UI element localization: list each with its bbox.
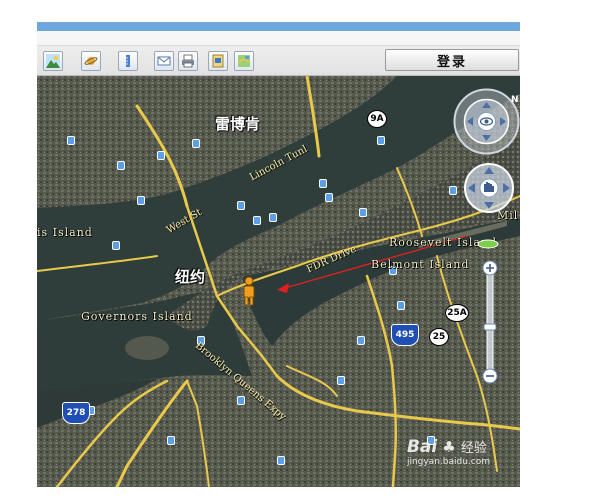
tilt-handle[interactable] bbox=[477, 239, 499, 249]
window-titlebar bbox=[37, 22, 520, 31]
interstate-495-shield: 495 bbox=[391, 324, 419, 346]
poi-marker[interactable] bbox=[112, 241, 120, 250]
email-icon bbox=[157, 56, 171, 66]
route-9a-shield: 9A bbox=[367, 110, 387, 128]
earth-browser-app: 登录 雷博肯 纽约 is Island Governors Island Roo… bbox=[0, 0, 600, 502]
planet-icon bbox=[84, 57, 98, 65]
route-25a-shield: 25A bbox=[445, 304, 469, 322]
poi-marker[interactable] bbox=[137, 196, 145, 205]
poi-marker[interactable] bbox=[117, 161, 125, 170]
toolbar-top-strip bbox=[37, 31, 520, 46]
poi-marker[interactable] bbox=[197, 336, 205, 345]
poi-marker[interactable] bbox=[319, 179, 327, 188]
poi-marker[interactable] bbox=[449, 186, 457, 195]
print-button[interactable] bbox=[178, 51, 198, 71]
email-button[interactable] bbox=[154, 51, 174, 71]
route-25-shield: 25 bbox=[429, 328, 449, 346]
poi-marker[interactable] bbox=[192, 139, 200, 148]
interstate-278-shield: 278 bbox=[62, 402, 90, 424]
watermark-cn: 经验 bbox=[460, 441, 487, 456]
planet-button[interactable] bbox=[81, 51, 101, 71]
street-view-pegman-icon[interactable] bbox=[241, 276, 257, 306]
baidu-watermark: Bai ♣ 经验 jingyan.baidu.com bbox=[407, 437, 490, 467]
poi-marker[interactable] bbox=[277, 456, 285, 465]
sunlight-button[interactable] bbox=[43, 51, 63, 71]
satellite-map[interactable]: 雷博肯 纽约 is Island Governors Island Roosev… bbox=[37, 76, 520, 487]
poi-marker[interactable] bbox=[325, 193, 333, 202]
north-indicator: N bbox=[511, 95, 519, 105]
poi-marker[interactable] bbox=[377, 136, 385, 145]
zoom-slider[interactable] bbox=[482, 258, 498, 386]
poi-marker[interactable] bbox=[253, 216, 261, 225]
poi-marker[interactable] bbox=[337, 376, 345, 385]
map-view-icon bbox=[237, 55, 251, 67]
paw-icon: ♣ bbox=[442, 438, 456, 456]
sunlight-landscape-icon bbox=[46, 54, 60, 68]
save-image-icon bbox=[212, 54, 224, 68]
poi-marker[interactable] bbox=[167, 436, 175, 445]
map-imagery bbox=[37, 76, 520, 487]
zoom-slider-thumb[interactable] bbox=[483, 323, 497, 331]
poi-marker[interactable] bbox=[389, 266, 397, 275]
poi-marker[interactable] bbox=[157, 151, 165, 160]
save-image-button[interactable] bbox=[208, 51, 228, 71]
move-navigation-control[interactable] bbox=[463, 162, 515, 214]
poi-marker[interactable] bbox=[359, 208, 367, 217]
map-view-button[interactable] bbox=[234, 51, 254, 71]
poi-marker[interactable] bbox=[269, 213, 277, 222]
poi-marker[interactable] bbox=[357, 336, 365, 345]
poi-marker[interactable] bbox=[397, 301, 405, 310]
watermark-brand: Bai bbox=[406, 437, 438, 457]
ruler-button[interactable] bbox=[118, 51, 138, 71]
poi-marker[interactable] bbox=[237, 201, 245, 210]
poi-marker[interactable] bbox=[67, 136, 75, 145]
toolbar: 登录 bbox=[37, 31, 520, 76]
ruler-icon bbox=[126, 55, 130, 67]
look-navigation-control[interactable]: N bbox=[453, 88, 520, 155]
watermark-url: jingyan.baidu.com bbox=[406, 457, 490, 467]
print-icon bbox=[182, 54, 194, 68]
login-button[interactable]: 登录 bbox=[385, 49, 519, 71]
poi-marker[interactable] bbox=[237, 396, 245, 405]
